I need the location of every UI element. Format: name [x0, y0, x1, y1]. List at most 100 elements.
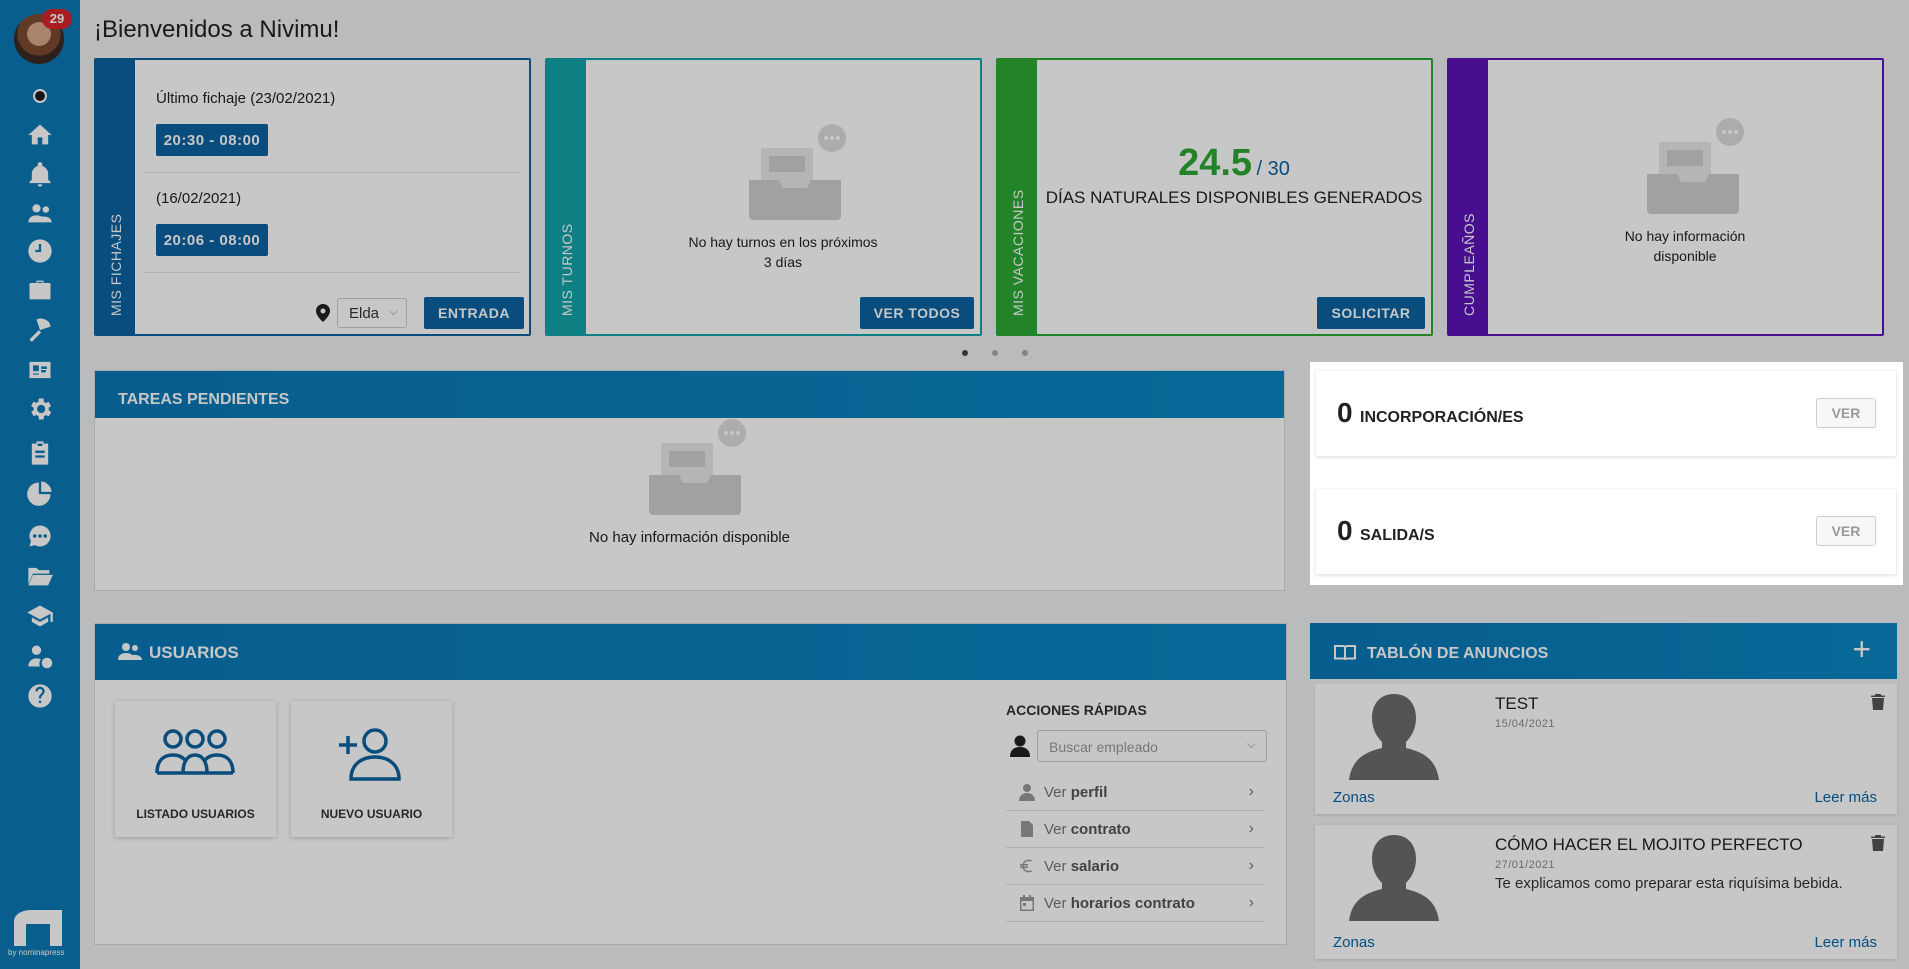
location-pin-icon [316, 304, 330, 322]
empty-inbox-icon [1647, 118, 1744, 214]
tareas-empty: No hay información disponible [589, 529, 790, 546]
chevron-down-icon: ⌵ [1246, 737, 1256, 751]
tour-spotlight: 0 INCORPORACIÓN/ES VER 0 SALIDA/S VER [1310, 362, 1903, 585]
prev-fichaje-label: (16/02/2021) [156, 190, 242, 207]
briefcase-icon[interactable] [24, 274, 56, 306]
anuncio-item[interactable]: CÓMO HACER EL MOJITO PERFECTO 27/01/2021… [1315, 825, 1897, 959]
euro-icon [1020, 859, 1032, 873]
listado-usuarios-tile[interactable]: LISTADO USUARIOS [115, 701, 276, 837]
usuarios-header: USUARIOS [95, 624, 1286, 680]
avatar-placeholder-icon [1349, 694, 1439, 780]
clipboard-icon[interactable] [24, 437, 56, 469]
home-icon[interactable] [24, 119, 56, 151]
vacaciones-total: / 30 [1256, 158, 1290, 180]
incorporaciones-box: 0 INCORPORACIÓN/ES VER [1316, 371, 1896, 456]
last-fichaje-time: 20:30 - 08:00 [156, 124, 268, 156]
logo-text: by nominapress [8, 948, 65, 957]
buscar-empleado-select[interactable]: Buscar empleado ⌵ [1037, 730, 1267, 762]
chevron-right-icon: › [1248, 783, 1254, 800]
ver-horarios-row[interactable]: Ver horarios contrato › [1006, 885, 1264, 922]
card-mis-fichajes: MIS FICHAJES Último fichaje (23/02/2021)… [94, 58, 531, 336]
ver-perfil-row[interactable]: Ver perfil › [1006, 774, 1264, 811]
card-strip: MIS TURNOS [547, 60, 586, 334]
listado-usuarios-label: LISTADO USUARIOS [136, 807, 255, 821]
ver-salario-row[interactable]: Ver salario › [1006, 848, 1264, 885]
empty-cumple-line1: No hay información [1624, 228, 1746, 244]
status-dot-icon [33, 89, 47, 103]
vacaciones-available: 24.5 [1178, 142, 1253, 184]
tablon-title: TABLÓN DE ANUNCIOS [1367, 645, 1549, 662]
clock-icon[interactable] [24, 235, 56, 267]
tareas-header: TAREAS PENDIENTES [95, 371, 1284, 418]
anuncio-item[interactable]: TEST 15/04/2021 Zonas Leer más [1315, 684, 1897, 814]
tareas-title: TAREAS PENDIENTES [118, 391, 290, 408]
ver-contrato-label: Ver contrato [1044, 821, 1131, 838]
empty-cumple-line2: disponible [1653, 248, 1717, 264]
ver-contrato-row[interactable]: Ver contrato › [1006, 811, 1264, 848]
umbrella-beach-icon[interactable] [24, 313, 56, 345]
divider [144, 172, 521, 173]
trash-icon[interactable] [1871, 835, 1885, 851]
folder-open-icon[interactable] [24, 560, 56, 592]
sidebar: 29 by nominapress [0, 0, 80, 969]
anuncio-zonas-link[interactable]: Zonas [1333, 789, 1375, 806]
chat-icon[interactable] [24, 520, 56, 552]
chevron-right-icon: › [1248, 894, 1254, 911]
card-mis-vacaciones: MIS VACACIONES 24.5 / 30 DÍAS NATURALES … [996, 58, 1433, 336]
card-mis-turnos: MIS TURNOS No hay turnos en los próximos… [545, 58, 982, 336]
leer-mas-link[interactable]: Leer más [1814, 934, 1877, 951]
leer-mas-link[interactable]: Leer más [1814, 789, 1877, 806]
chevron-right-icon: › [1248, 820, 1254, 837]
anuncio-title: TEST [1495, 694, 1539, 713]
gear-icon[interactable] [24, 393, 56, 425]
anuncio-date: 27/01/2021 [1495, 859, 1556, 871]
tablon-header: TABLÓN DE ANUNCIOS + [1310, 623, 1897, 679]
location-value: Elda [349, 305, 380, 322]
users-group-icon [155, 729, 235, 775]
users-icon[interactable] [24, 197, 56, 229]
acciones-rapidas-title: ACCIONES RÁPIDAS [1006, 702, 1147, 718]
empty-turnos-line1: No hay turnos en los próximos [688, 234, 878, 250]
salidas-box: 0 SALIDA/S VER [1316, 489, 1896, 574]
incorporaciones-count: 0 [1337, 397, 1353, 428]
bell-icon[interactable] [24, 159, 56, 191]
calendar-icon [1020, 895, 1034, 911]
trash-icon[interactable] [1871, 694, 1885, 710]
anuncio-zonas-link[interactable]: Zonas [1333, 934, 1375, 951]
carousel-dot-2[interactable] [992, 350, 998, 356]
card-strip: MIS VACACIONES [998, 60, 1037, 334]
users-icon [118, 643, 142, 660]
card-label: CUMPLEAÑOS [1460, 212, 1477, 316]
location-select[interactable]: Elda ⌵ [337, 298, 407, 328]
entrada-button[interactable]: ENTRADA [424, 297, 524, 329]
user-icon [1010, 735, 1030, 757]
card-strip: CUMPLEAÑOS [1449, 60, 1488, 334]
nuevo-usuario-tile[interactable]: NUEVO USUARIO [291, 701, 452, 837]
id-card-icon[interactable] [24, 354, 56, 386]
carousel-dot-3[interactable] [1022, 350, 1028, 356]
carousel-dot-1[interactable] [962, 350, 968, 356]
ver-incorporaciones-button[interactable]: VER [1816, 398, 1876, 428]
avatar-placeholder-icon [1349, 835, 1439, 921]
page-title: ¡Bienvenidos a Nivimu! [94, 16, 340, 43]
help-icon[interactable] [24, 680, 56, 712]
ver-salidas-button[interactable]: VER [1816, 516, 1876, 546]
empty-inbox-icon [749, 124, 846, 220]
pie-chart-icon[interactable] [24, 477, 56, 509]
salidas-label: SALIDA/S [1360, 527, 1435, 544]
user-euro-icon[interactable] [24, 640, 56, 672]
vacaciones-summary: 24.5 / 30 [1037, 142, 1431, 185]
empty-inbox-icon [649, 419, 746, 515]
add-anuncio-button[interactable]: + [1852, 633, 1871, 665]
ver-todos-button[interactable]: VER TODOS [860, 297, 974, 329]
prev-fichaje-time: 20:06 - 08:00 [156, 224, 268, 256]
anuncio-date: 15/04/2021 [1495, 718, 1556, 730]
chevron-right-icon: › [1248, 857, 1254, 874]
solicitar-button[interactable]: SOLICITAR [1317, 297, 1425, 329]
card-label: MIS VACACIONES [1009, 189, 1026, 316]
anuncio-title: CÓMO HACER EL MOJITO PERFECTO [1495, 835, 1803, 854]
graduation-cap-icon[interactable] [24, 600, 56, 632]
ver-horarios-label: Ver horarios contrato [1044, 895, 1195, 912]
vacaciones-caption: DÍAS NATURALES DISPONIBLES GENERADOS [1045, 188, 1423, 207]
anuncio-body: Te explicamos como preparar esta riquísi… [1495, 875, 1843, 892]
